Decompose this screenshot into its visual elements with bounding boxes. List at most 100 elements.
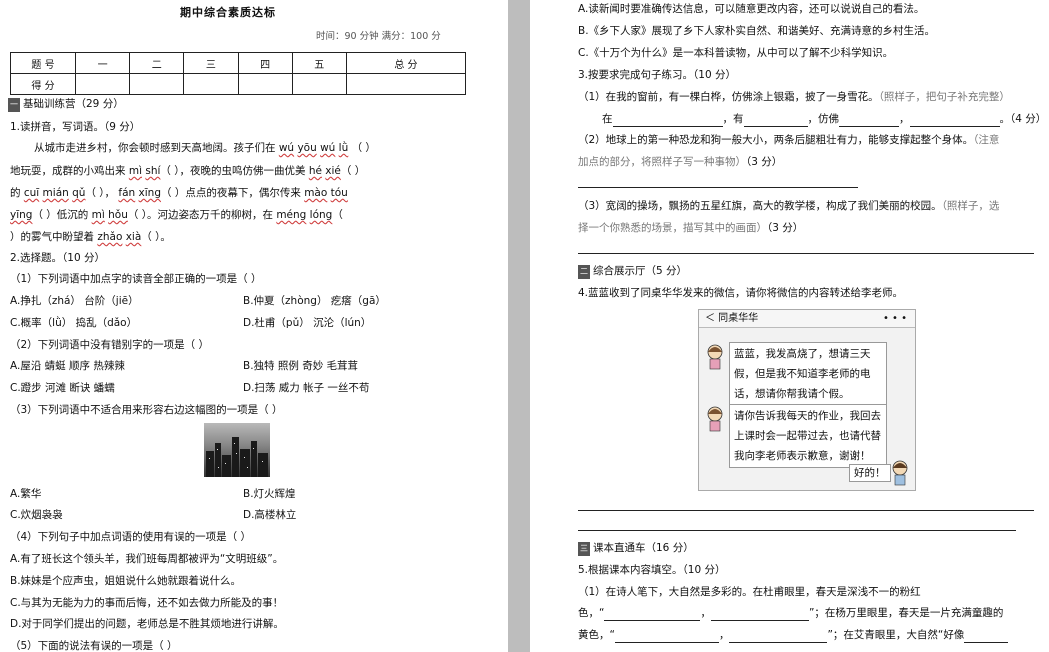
text: 黄色，“: [578, 629, 615, 641]
q2-5-option-c[interactable]: C.《十万个为什么》是一本科普读物，从中可以了解不少科学知识。: [578, 46, 893, 60]
girl-avatar-icon: [707, 344, 723, 370]
q5-sub-1-line-3: 黄色，“ ， ”；在艾青眼里，大自然“好像: [578, 628, 1009, 643]
pinyin: lóng: [309, 209, 333, 221]
answer-blank[interactable]: （ ），: [85, 187, 115, 199]
pinyin: hé: [308, 165, 322, 177]
answer-blank[interactable]: [612, 112, 723, 127]
chat-message-1: 蓝蓝，我发高烧了，想请三天 假，但是我不知道李老师的电 话，想请你帮我请个假。: [729, 342, 887, 406]
pinyin: mì: [91, 209, 105, 221]
text: （2）地球上的第一种恐龙和狗一般大小，两条后腿粗壮有力，能够支撑起整个身体。: [578, 134, 974, 146]
text: ，: [700, 607, 711, 619]
exam-meta: 时间：90 分钟 满分：100 分: [316, 31, 441, 42]
answer-blank[interactable]: （: [332, 209, 343, 221]
answer-line[interactable]: [578, 530, 1016, 531]
q5-heading: 5.根据课本内容填空。（10 分）: [578, 564, 726, 576]
answer-blank[interactable]: [710, 606, 809, 621]
q1-line-3: 的 cuī mián qǔ（ ）， fán xīng（ ）点点的夜幕下，偶尔传来…: [10, 186, 348, 200]
score-input-cell[interactable]: [74, 73, 131, 95]
section-number: 二: [578, 265, 590, 279]
section-1-heading: 一基础训练营（29 分）: [8, 97, 124, 112]
message-line: 假，但是我不知道李老师的电: [734, 368, 871, 380]
chat-title: ＜ 同桌华华: [705, 313, 759, 324]
text: ，仿佛: [807, 113, 840, 125]
answer-blank[interactable]: （ ）: [341, 165, 365, 177]
section-2-heading: 二综合展示厅（5 分）: [578, 264, 687, 279]
answer-blank[interactable]: [743, 112, 808, 127]
text: 色，“: [578, 607, 605, 619]
q3-sub-1: （1）在我的窗前，有一棵白桦，仿佛涂上银霜，披了一身雪花。（照样子，把句子补充完…: [578, 90, 1010, 104]
wechat-screenshot: ＜ 同桌华华 • • • 蓝蓝，我发高烧了，想请三天 假，但是我不知道李老师的电…: [698, 309, 916, 491]
q2-3-option-b[interactable]: B.灯火辉煌: [243, 487, 296, 501]
left-page: 期中综合素质达标 时间：90 分钟 满分：100 分 题 号 一 二 三 四 五…: [0, 0, 508, 652]
q2-2-option-c[interactable]: C.蹬步 河滩 断诀 蟠蠕: [10, 381, 115, 395]
answer-blank[interactable]: （ ）。河边姿态万千的柳树，在: [128, 209, 273, 221]
score-input-cell[interactable]: [129, 73, 185, 95]
q2-5-option-a[interactable]: A.读新闻时要准确传达信息，可以随意更改内容，还可以说说自己的看法。: [578, 2, 924, 16]
score-input-cell[interactable]: [345, 73, 467, 95]
answer-blank[interactable]: [729, 628, 828, 643]
score-table: 题 号 一 二 三 四 五 总 分 得 分: [10, 52, 467, 95]
q2-1-option-a[interactable]: A.挣扎（zhá） 台阶（jiē）: [10, 294, 139, 308]
pinyin: cuī: [23, 187, 40, 199]
q2-3-option-d[interactable]: D.高楼林立: [243, 508, 296, 522]
q3-sub-3-line-2: 择一个你熟悉的场景，描写其中的画面）（3 分）: [578, 221, 803, 235]
section-title: 基础训练营（29 分）: [23, 98, 124, 110]
section-title: 课本直通车（16 分）: [593, 542, 694, 554]
message-line: 话，想请你帮我请个假。: [734, 388, 850, 400]
answer-blank[interactable]: [909, 112, 1000, 127]
text: 在: [602, 113, 613, 125]
pinyin: mián: [42, 187, 69, 199]
answer-blank[interactable]: [604, 606, 701, 621]
q1-line-2: 地玩耍，成群的小鸡出来 mì shí（ ），夜晚的虫鸣仿佛一曲优美 hé xié…: [10, 164, 365, 178]
text: ，: [718, 629, 730, 641]
q4-heading: 4.蓝蓝收到了同桌华华发来的微信，请你将微信的内容转述给李老师。: [578, 287, 904, 299]
q2-3-option-c[interactable]: C.炊烟袅袅: [10, 508, 63, 522]
text: （3）宽阔的操场，飘扬的五星红旗，高大的教学楼，构成了我们美丽的校园。: [578, 200, 942, 212]
answer-blank[interactable]: （ ），夜晚的虫鸣仿佛一曲优美: [160, 165, 305, 177]
score-cell: 四: [237, 52, 293, 74]
text: （3 分）: [767, 222, 804, 234]
text: 的: [10, 187, 21, 199]
answer-line[interactable]: [578, 253, 1034, 254]
q2-2-option-d[interactable]: D.扫荡 威力 帐子 一丝不苟: [243, 381, 369, 395]
answer-blank[interactable]: （ ）低沉的: [32, 209, 88, 221]
section-title: 综合展示厅（5 分）: [593, 265, 688, 277]
chat-message-2: 请你告诉我每天的作业，我回去 上课时会一起带过去，也请代替 我向李老师表示歉意，…: [729, 404, 887, 468]
pinyin: shí: [145, 165, 161, 177]
pinyin: tóu: [330, 187, 348, 199]
q2-1-option-d[interactable]: D.杜甫（pǔ） 沉沦（lún）: [243, 316, 371, 330]
score-cell: 三: [183, 52, 239, 74]
answer-blank[interactable]: [614, 628, 719, 643]
answer-line[interactable]: [578, 510, 1034, 511]
score-input-cell[interactable]: [237, 73, 293, 95]
pinyin: mào: [304, 187, 328, 199]
chat-header: ＜ 同桌华华 • • •: [699, 310, 915, 328]
answer-blank[interactable]: （ ）点点的夜幕下，偶尔传来: [161, 187, 301, 199]
city-night-photo: [204, 423, 270, 477]
q2-4-option-c[interactable]: C.与其为无能为力的事而后悔，还不如去做力所能及的事！: [10, 596, 283, 610]
chat-reply: 好的！: [849, 464, 891, 482]
exam-title: 期中综合素质达标: [180, 6, 276, 19]
pinyin: wú: [278, 142, 295, 154]
answer-blank[interactable]: （ ）。: [141, 231, 171, 243]
answer-blank[interactable]: [964, 628, 1009, 643]
q5-sub-1-line-2: 色，“ ， ”；在杨万里眼里，春天是一片充满童趣的: [578, 606, 1003, 621]
score-input-cell[interactable]: [183, 73, 239, 95]
answer-line[interactable]: [578, 187, 858, 188]
score-cell: 二: [129, 52, 185, 74]
q2-1-option-b[interactable]: B.仲夏（zhòng） 疙瘩（gā）: [243, 294, 386, 308]
answer-blank[interactable]: [839, 112, 899, 127]
q2-2-option-a[interactable]: A.屋沿 蜻蜓 顺序 热辣辣: [10, 359, 125, 373]
answer-blank[interactable]: （ ）: [352, 142, 376, 154]
pinyin: xià: [125, 231, 142, 243]
q2-3-option-a[interactable]: A.繁华: [10, 487, 41, 501]
score-input-cell[interactable]: [291, 73, 347, 95]
q2-5-option-b[interactable]: B.《乡下人家》展现了乡下人家朴实自然、和谐美好、充满诗意的乡村生活。: [578, 24, 935, 38]
pinyin: hǒu: [108, 209, 128, 221]
q2-2-option-b[interactable]: B.独特 照例 奇妙 毛茸茸: [243, 359, 358, 373]
text: ”；在杨万里眼里，春天是一片充满童趣的: [808, 607, 1004, 619]
q2-4-option-b[interactable]: B.妹妹是个应声虫，姐姐说什么她就跟着说什么。: [10, 574, 241, 588]
q2-1-option-c[interactable]: C.概率（lǜ） 捣乱（dǎo）: [10, 316, 137, 330]
q2-4-option-a[interactable]: A.有了班长这个领头羊，我们班每周都被评为“文明班级”。: [10, 552, 283, 566]
q2-4-option-d[interactable]: D.对于同学们提出的问题，老师总是不胜其烦地进行讲解。: [10, 617, 284, 631]
